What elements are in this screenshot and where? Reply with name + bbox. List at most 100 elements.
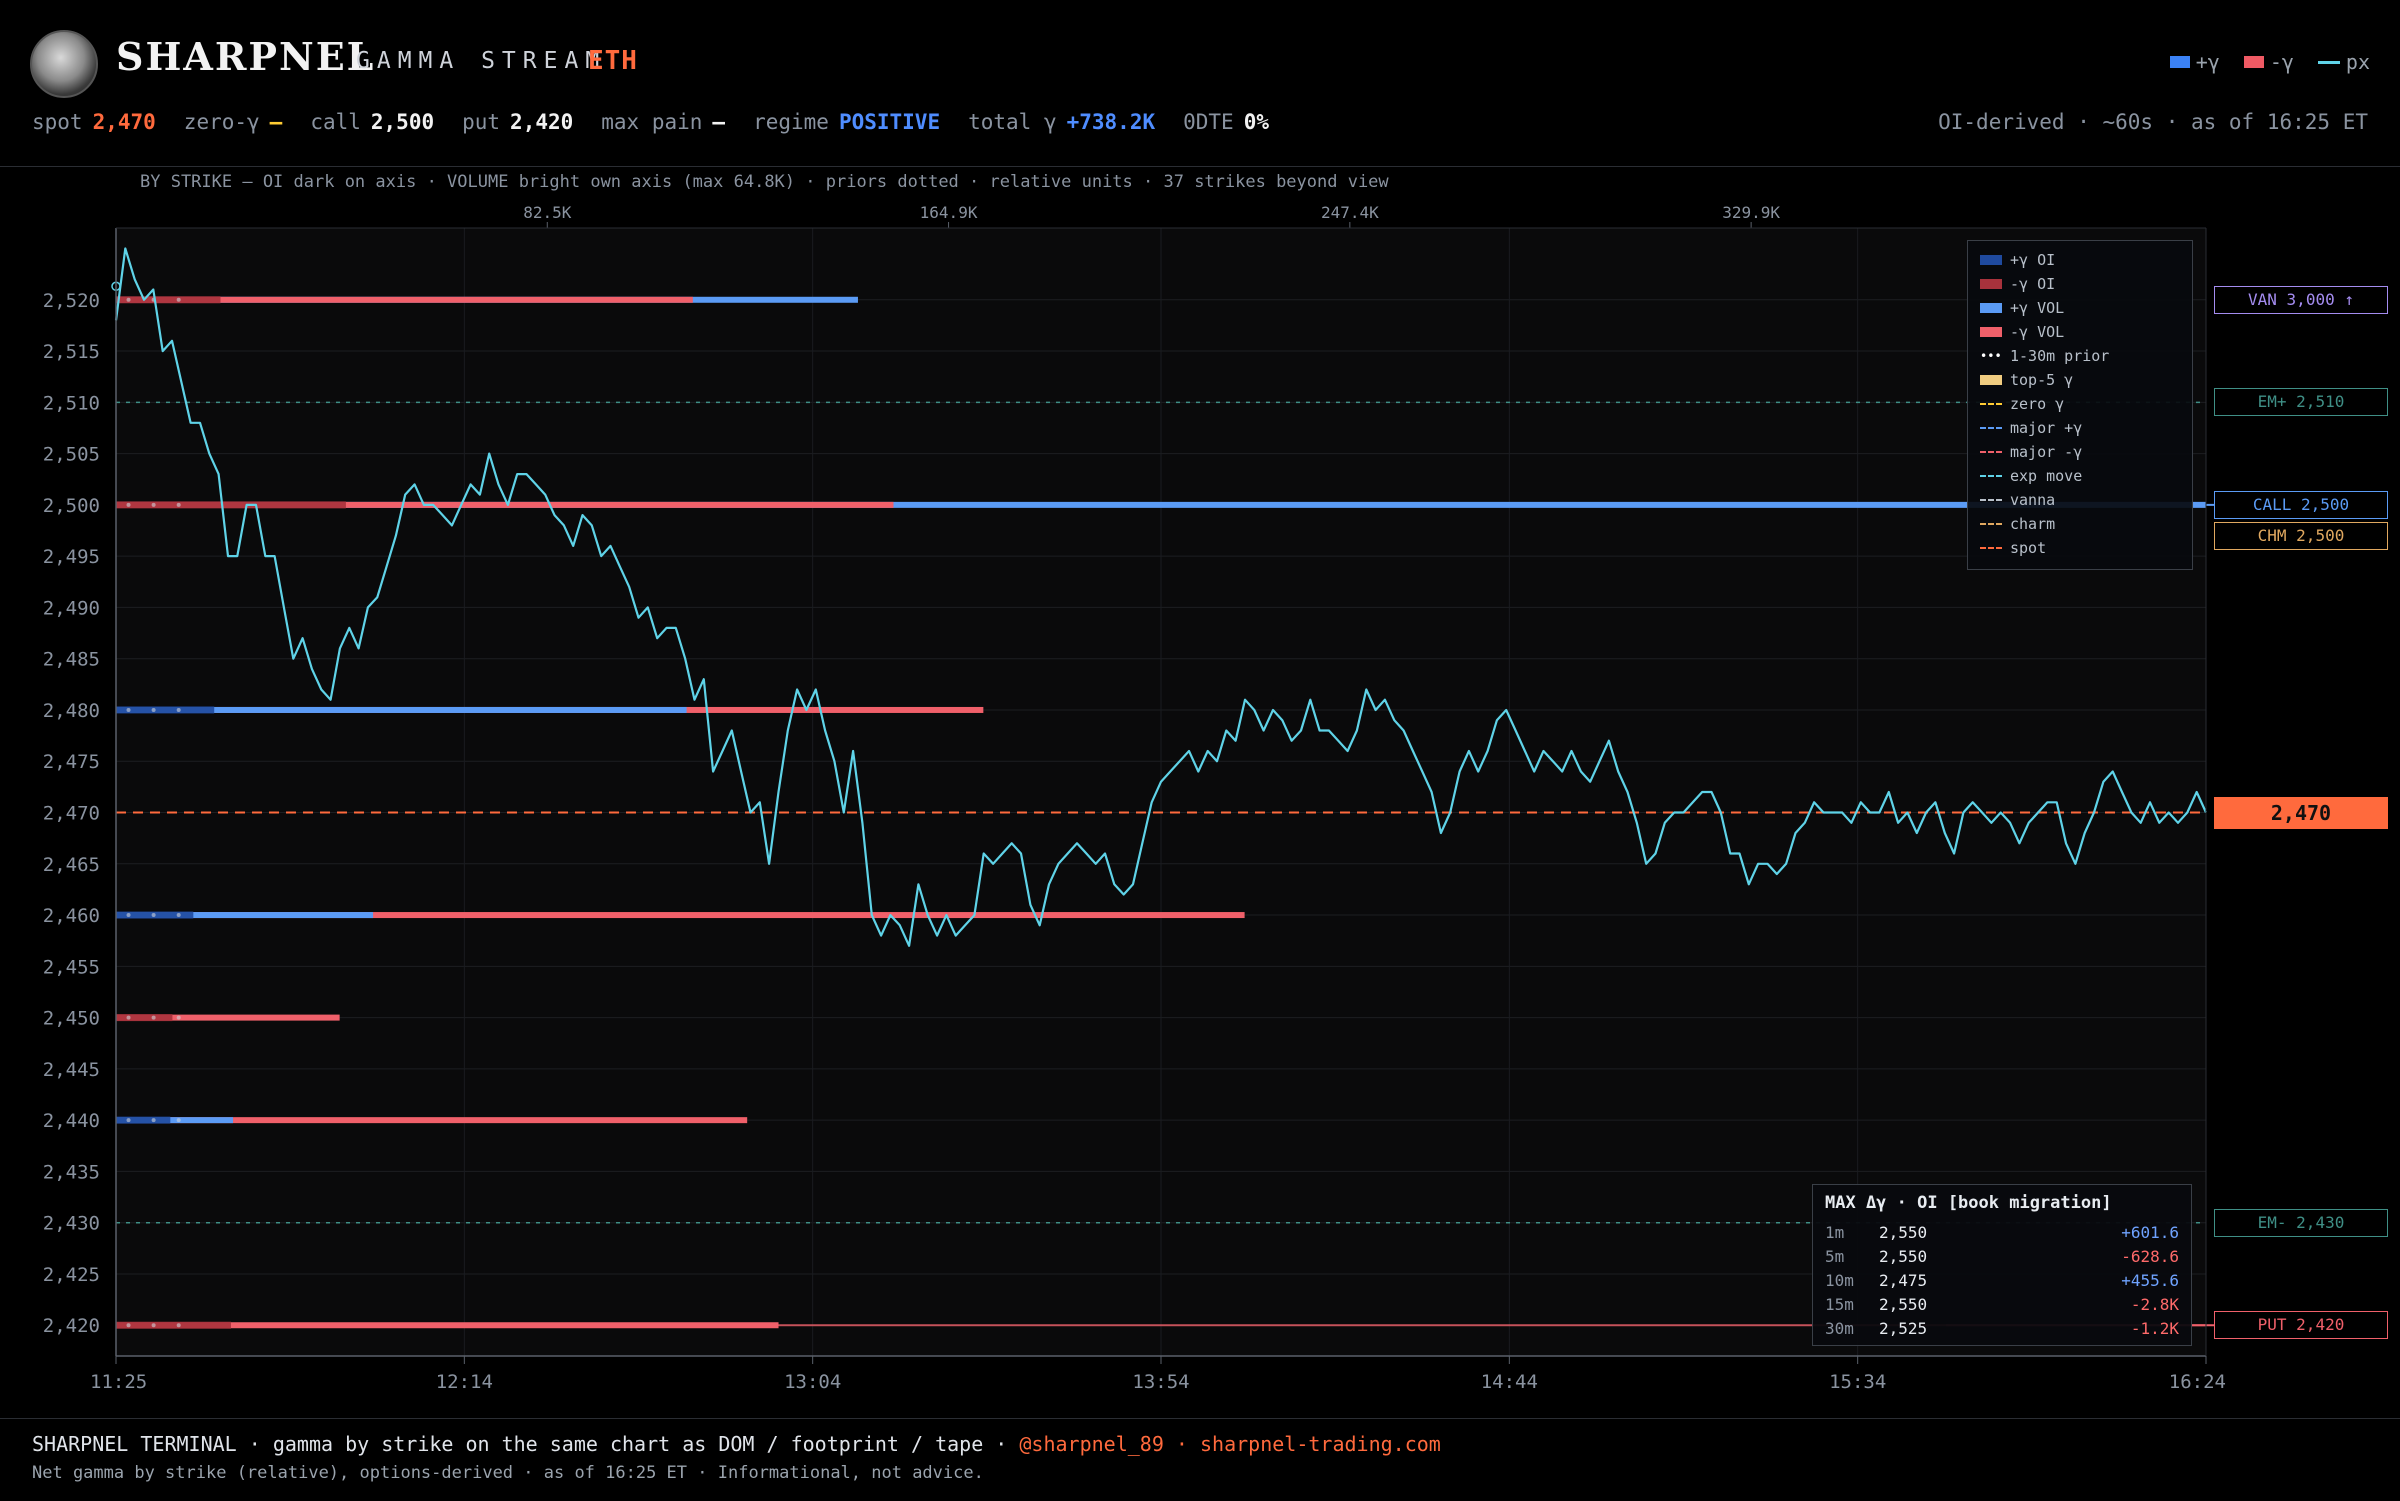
migration-panel: MAX Δγ · OI [book migration] 1m 2,550 +601… [1812, 1184, 2192, 1346]
legend-item: charm [1980, 515, 2055, 533]
legend-dash-icon [1980, 475, 2002, 477]
ticker-symbol[interactable]: ETH [588, 46, 638, 76]
prior-dot [151, 707, 156, 712]
neg-gamma-swatch-icon [2243, 56, 2264, 68]
stat-put: put 2,420 [462, 110, 574, 134]
stat-total-gamma: total γ +738.2K [968, 110, 1156, 134]
legend-label: 1-30m prior [2010, 347, 2110, 365]
prior-dot [126, 1118, 131, 1123]
legend-item: major +γ [1980, 419, 2082, 437]
prior-dot [126, 913, 131, 918]
stat-zero-gamma: zero-γ — [183, 110, 283, 134]
level-tag: EM+ 2,510 [2214, 388, 2388, 417]
data-status: OI-derived · ~60s · as of 16:25 ET [1938, 110, 2368, 134]
legend-neg-gamma: -γ [2243, 50, 2294, 74]
prior-dot [176, 913, 181, 918]
x-tick-label: 13:54 [1132, 1371, 1189, 1393]
prior-dot [151, 913, 156, 918]
migration-delta: +601.6 [2121, 1223, 2179, 1242]
y-tick-label: 2,430 [43, 1213, 100, 1235]
header-bar [0, 0, 2400, 167]
migration-strike: 2,550 [1879, 1295, 1928, 1314]
legend-swatch-icon [1980, 327, 2002, 337]
migration-strike: 2,525 [1879, 1319, 1928, 1338]
prior-dot [126, 1323, 131, 1328]
migration-delta: -628.6 [2121, 1247, 2179, 1266]
y-tick-label: 2,520 [43, 290, 100, 312]
x-tick-label: 14:44 [1481, 1371, 1538, 1393]
vol-tick-label: 329.9K [1722, 203, 1780, 222]
x-tick-label: 11:25 [90, 1371, 147, 1393]
migration-strike: 2,550 [1879, 1247, 1928, 1266]
legend-item: -γ VOL [1980, 323, 2064, 341]
legend-label: charm [2010, 515, 2056, 533]
neg-oi-bar [116, 501, 346, 509]
legend-item: vanna [1980, 491, 2055, 509]
migration-window: 15m [1825, 1295, 1854, 1314]
app-subtitle: GAMMA STREAM [356, 48, 607, 74]
level-tag: VAN 3,000 ↑ [2214, 285, 2388, 314]
migration-window: 10m [1825, 1271, 1854, 1290]
prior-dot [126, 707, 131, 712]
legend-label: major -γ [2010, 443, 2083, 461]
migration-strike: 2,550 [1879, 1223, 1928, 1242]
footer [0, 1418, 2400, 1501]
y-tick-label: 2,490 [43, 597, 100, 619]
level-tag: CHM 2,500 [2214, 521, 2388, 550]
chart-legend: +γ OI -γ OI +γ VOL -γ VOL ••• 1-30m prior top-… [1967, 240, 2193, 570]
legend-item: top-5 γ [1980, 371, 2073, 389]
migration-row: 10m 2,475 +455.6 [1825, 1271, 2179, 1293]
stat-spot: spot 2,470 [32, 110, 156, 134]
migration-row: 15m 2,550 -2.8K [1825, 1295, 2179, 1317]
prior-dot [151, 1323, 156, 1328]
legend-label: -γ VOL [2010, 323, 2065, 341]
neg-oi-bar [116, 296, 221, 304]
migration-row: 30m 2,525 -1.2K [1825, 1319, 2179, 1341]
legend-item: major -γ [1980, 443, 2082, 461]
prior-dot [176, 502, 181, 507]
migration-row: 1m 2,550 +601.6 [1825, 1223, 2179, 1245]
prior-dot [126, 297, 131, 302]
migration-delta: -1.2K [2130, 1319, 2179, 1338]
legend-item: +γ OI [1980, 251, 2055, 269]
pos-gamma-swatch-icon [2169, 56, 2190, 68]
legend-swatch-icon [1980, 279, 2002, 289]
prior-dot [151, 1015, 156, 1020]
x-tick-label: 13:04 [784, 1371, 841, 1393]
prior-dot [176, 707, 181, 712]
level-tag: EM- 2,430 [2214, 1208, 2388, 1237]
legend-price: px [2317, 50, 2370, 74]
logo-avatar-icon [30, 30, 98, 98]
legend-item: ••• 1-30m prior [1980, 347, 2109, 365]
neg-oi-bar [116, 1014, 173, 1022]
y-tick-label: 2,435 [43, 1161, 100, 1183]
legend-label: major +γ [2010, 419, 2083, 437]
y-tick-label: 2,515 [43, 341, 100, 363]
vol-tick-label: 82.5K [523, 203, 572, 222]
level-tag: PUT 2,420 [2214, 1311, 2388, 1340]
brand-name: SHARPNEL [116, 34, 376, 79]
neg-oi-bar [116, 1321, 231, 1329]
stat-call: call 2,500 [310, 110, 435, 134]
y-tick-label: 2,440 [43, 1110, 100, 1132]
legend-swatch-icon [1980, 303, 2002, 313]
footer-links[interactable]: @sharpnel_89 · sharpnel-trading.com [1019, 1432, 1440, 1456]
footer-disclaimer: Net gamma by strike (relative), options-… [32, 1463, 984, 1483]
y-tick-label: 2,500 [43, 495, 100, 517]
prior-dot [151, 1118, 156, 1123]
legend-pos-gamma: +γ [2169, 50, 2220, 74]
y-tick-label: 2,460 [43, 905, 100, 927]
y-tick-label: 2,480 [43, 700, 100, 722]
legend-item: -γ OI [1980, 275, 2055, 293]
legend-dash-icon [1980, 427, 2002, 429]
vol-tick-label: 247.4K [1321, 203, 1379, 222]
stat-0dte: 0DTE 0% [1183, 110, 1269, 134]
prior-dot [151, 502, 156, 507]
prior-dot [176, 1015, 181, 1020]
migration-window: 30m [1825, 1319, 1854, 1338]
x-tick-label: 12:14 [436, 1371, 493, 1393]
price-line-swatch-icon [2317, 60, 2340, 64]
y-tick-label: 2,465 [43, 854, 100, 876]
legend-item: +γ VOL [1980, 299, 2064, 317]
migration-delta: +455.6 [2121, 1271, 2179, 1290]
